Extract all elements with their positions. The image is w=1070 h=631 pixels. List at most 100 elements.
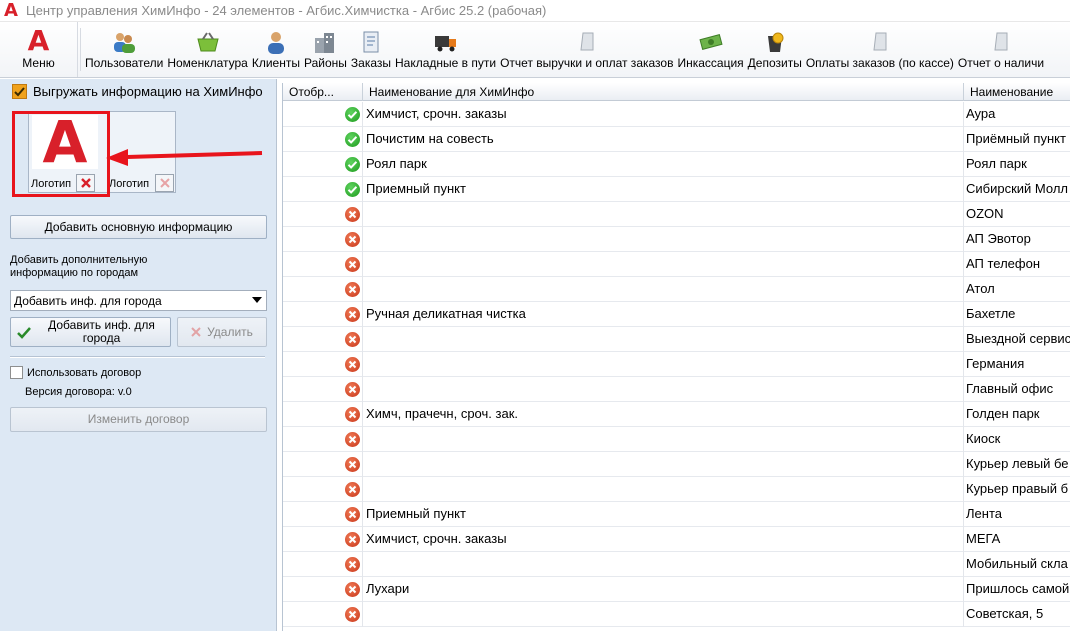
table-row[interactable]: Химчист, срочн. заказы Аура <box>283 102 1070 127</box>
table-row[interactable]: АП Эвотор <box>283 227 1070 252</box>
name-cell[interactable]: Приёмный пункт <box>964 127 1070 152</box>
himinfo-name-cell[interactable] <box>363 352 964 377</box>
name-cell[interactable]: Выездной сервис <box>964 327 1070 352</box>
table-row[interactable]: Химчист, срочн. заказы МЕГА <box>283 527 1070 552</box>
table-row[interactable]: Курьер левый бе <box>283 452 1070 477</box>
use-contract-row[interactable]: Использовать договор <box>10 366 141 379</box>
change-contract-button[interactable]: Изменить договор <box>10 407 267 432</box>
display-cell[interactable] <box>283 177 363 202</box>
table-row[interactable]: Германия <box>283 352 1070 377</box>
display-cell[interactable] <box>283 552 363 577</box>
col-header-display[interactable]: Отобр... <box>283 83 363 101</box>
himinfo-name-cell[interactable] <box>363 602 964 627</box>
table-row[interactable]: Приемный пункт Сибирский Молл <box>283 177 1070 202</box>
himinfo-name-cell[interactable]: Ручная деликатная чистка <box>363 302 964 327</box>
himinfo-name-cell[interactable] <box>363 277 964 302</box>
table-row[interactable]: Лухари Пришлось самой <box>283 577 1070 602</box>
display-cell[interactable] <box>283 527 363 552</box>
order-payments-button[interactable]: Оплаты заказов (по кассе) <box>804 22 956 77</box>
display-cell[interactable] <box>283 127 363 152</box>
deposits-button[interactable]: Депозиты <box>746 22 804 77</box>
add-main-info-button[interactable]: Добавить основную информацию <box>10 215 267 239</box>
himinfo-name-cell[interactable] <box>363 477 964 502</box>
table-row[interactable]: Киоск <box>283 427 1070 452</box>
name-cell[interactable]: Голден парк <box>964 402 1070 427</box>
himinfo-name-cell[interactable]: Роял парк <box>363 152 964 177</box>
name-cell[interactable]: Киоск <box>964 427 1070 452</box>
himinfo-name-cell[interactable]: Приемный пункт <box>363 502 964 527</box>
table-row[interactable]: Ручная деликатная чистка Бахетле <box>283 302 1070 327</box>
table-row[interactable]: Советская, 5 <box>283 602 1070 627</box>
users-button[interactable]: Пользователи <box>83 22 165 77</box>
col-header-himinfo-name[interactable]: Наименование для ХимИнфо <box>363 83 964 101</box>
himinfo-name-cell[interactable] <box>363 427 964 452</box>
himinfo-name-cell[interactable] <box>363 202 964 227</box>
himinfo-name-cell[interactable] <box>363 227 964 252</box>
collection-button[interactable]: Инкассация <box>675 22 745 77</box>
himinfo-name-cell[interactable]: Лухари <box>363 577 964 602</box>
display-cell[interactable] <box>283 577 363 602</box>
name-cell[interactable]: OZON <box>964 202 1070 227</box>
name-cell[interactable]: Мобильный скла <box>964 552 1070 577</box>
name-cell[interactable]: Курьер правый б <box>964 477 1070 502</box>
display-cell[interactable] <box>283 452 363 477</box>
name-cell[interactable]: Бахетле <box>964 302 1070 327</box>
himinfo-name-cell[interactable]: Приемный пункт <box>363 177 964 202</box>
name-cell[interactable]: Атол <box>964 277 1070 302</box>
table-row[interactable]: Выездной сервис <box>283 327 1070 352</box>
display-cell[interactable] <box>283 352 363 377</box>
display-cell[interactable] <box>283 102 363 127</box>
logo-delete-button[interactable] <box>76 174 95 192</box>
revenue-report-button[interactable]: Отчет выручки и оплат заказов <box>498 22 675 77</box>
himinfo-name-cell[interactable] <box>363 552 964 577</box>
name-cell[interactable]: Курьер левый бе <box>964 452 1070 477</box>
display-cell[interactable] <box>283 152 363 177</box>
cash-report-button[interactable]: Отчет о наличи <box>956 22 1046 77</box>
city-select[interactable]: Добавить инф. для города <box>10 290 267 311</box>
name-cell[interactable]: Главный офис <box>964 377 1070 402</box>
orders-button[interactable]: Заказы <box>349 22 393 77</box>
table-row[interactable]: Мобильный скла <box>283 552 1070 577</box>
table-row[interactable]: OZON <box>283 202 1070 227</box>
display-cell[interactable] <box>283 602 363 627</box>
name-cell[interactable]: АП Эвотор <box>964 227 1070 252</box>
waybills-button[interactable]: Накладные в пути <box>393 22 498 77</box>
himinfo-name-cell[interactable] <box>363 327 964 352</box>
name-cell[interactable]: Пришлось самой <box>964 577 1070 602</box>
table-row[interactable]: Главный офис <box>283 377 1070 402</box>
table-row[interactable]: Атол <box>283 277 1070 302</box>
display-cell[interactable] <box>283 377 363 402</box>
logo-card-main[interactable]: A Логотип <box>29 112 101 192</box>
himinfo-name-cell[interactable] <box>363 252 964 277</box>
display-cell[interactable] <box>283 252 363 277</box>
logo-delete-button[interactable] <box>155 174 174 192</box>
table-row[interactable]: АП телефон <box>283 252 1070 277</box>
himinfo-name-cell[interactable]: Химчист, срочн. заказы <box>363 102 964 127</box>
table-row[interactable]: Роял парк Роял парк <box>283 152 1070 177</box>
menu-button[interactable]: A Меню <box>0 22 78 77</box>
table-row[interactable]: Химч, прачечн, сроч. зак. Голден парк <box>283 402 1070 427</box>
name-cell[interactable]: Германия <box>964 352 1070 377</box>
table-row[interactable]: Почистим на совесть Приёмный пункт <box>283 127 1070 152</box>
table-row[interactable]: Курьер правый б <box>283 477 1070 502</box>
display-cell[interactable] <box>283 327 363 352</box>
districts-button[interactable]: Районы <box>302 22 349 77</box>
himinfo-name-cell[interactable] <box>363 377 964 402</box>
name-cell[interactable]: Роял парк <box>964 152 1070 177</box>
name-cell[interactable]: Аура <box>964 102 1070 127</box>
himinfo-name-cell[interactable] <box>363 452 964 477</box>
display-cell[interactable] <box>283 477 363 502</box>
display-cell[interactable] <box>283 402 363 427</box>
himinfo-name-cell[interactable]: Химчист, срочн. заказы <box>363 527 964 552</box>
display-cell[interactable] <box>283 227 363 252</box>
himinfo-name-cell[interactable]: Почистим на совесть <box>363 127 964 152</box>
delete-button[interactable]: Удалить <box>177 317 267 347</box>
display-cell[interactable] <box>283 502 363 527</box>
display-cell[interactable] <box>283 277 363 302</box>
display-cell[interactable] <box>283 202 363 227</box>
name-cell[interactable]: Советская, 5 <box>964 602 1070 627</box>
name-cell[interactable]: Лента <box>964 502 1070 527</box>
use-contract-checkbox[interactable] <box>10 366 23 379</box>
display-cell[interactable] <box>283 302 363 327</box>
himinfo-name-cell[interactable]: Химч, прачечн, сроч. зак. <box>363 402 964 427</box>
